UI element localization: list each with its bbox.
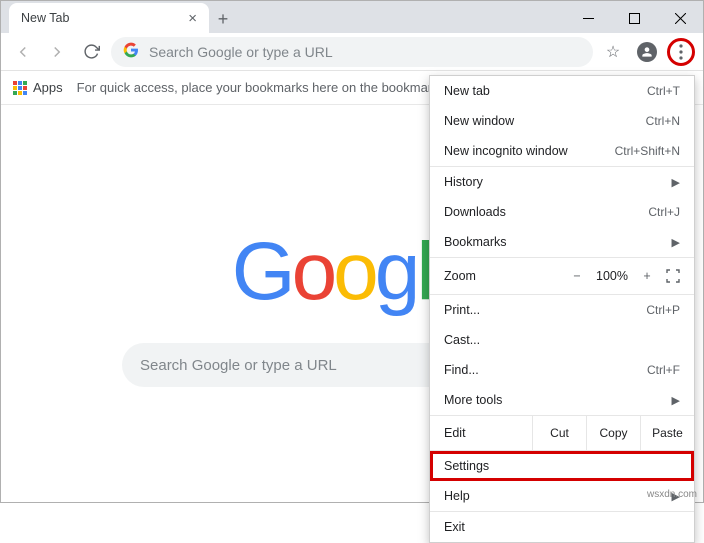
menu-downloads[interactable]: DownloadsCtrl+J [430, 197, 694, 227]
ntp-search-placeholder: Search Google or type a URL [140, 357, 337, 374]
browser-tab[interactable]: New Tab × [9, 3, 209, 33]
menu-new-window[interactable]: New windowCtrl+N [430, 106, 694, 136]
submenu-arrow-icon: ▶ [672, 176, 680, 189]
menu-button[interactable] [667, 38, 695, 66]
new-tab-button[interactable]: + [209, 5, 237, 33]
window-controls [565, 3, 703, 33]
omnibox[interactable]: Search Google or type a URL [111, 37, 593, 67]
forward-button[interactable] [43, 38, 71, 66]
titlebar: New Tab × + [1, 1, 703, 33]
zoom-in-button[interactable]: + [638, 269, 656, 283]
menu-cut[interactable]: Cut [532, 416, 586, 450]
menu-more-tools[interactable]: More tools▶ [430, 385, 694, 415]
watermark: wsxdn.com [647, 489, 697, 500]
fullscreen-icon[interactable] [666, 269, 680, 283]
omnibox-placeholder: Search Google or type a URL [149, 44, 333, 60]
submenu-arrow-icon: ▶ [672, 236, 680, 249]
menu-edit-row: Edit Cut Copy Paste [430, 416, 694, 450]
apps-icon [13, 81, 27, 95]
profile-button[interactable] [633, 38, 661, 66]
minimize-button[interactable] [565, 3, 611, 33]
menu-exit[interactable]: Exit [430, 512, 694, 542]
bookmarks-hint: For quick access, place your bookmarks h… [77, 80, 464, 95]
tab-title: New Tab [21, 11, 69, 25]
menu-incognito[interactable]: New incognito windowCtrl+Shift+N [430, 136, 694, 166]
toolbar: Search Google or type a URL ☆ [1, 33, 703, 71]
zoom-value: 100% [596, 269, 628, 283]
menu-zoom: Zoom − 100% + [430, 258, 694, 294]
submenu-arrow-icon: ▶ [672, 394, 680, 407]
menu-bookmarks[interactable]: Bookmarks▶ [430, 227, 694, 257]
apps-label: Apps [33, 80, 63, 95]
back-button[interactable] [9, 38, 37, 66]
menu-cast[interactable]: Cast... [430, 325, 694, 355]
apps-shortcut[interactable]: Apps [13, 80, 63, 95]
menu-find[interactable]: Find...Ctrl+F [430, 355, 694, 385]
menu-history[interactable]: History▶ [430, 167, 694, 197]
zoom-out-button[interactable]: − [568, 269, 586, 283]
reload-button[interactable] [77, 38, 105, 66]
bookmark-star-icon[interactable]: ☆ [599, 38, 627, 66]
menu-copy[interactable]: Copy [586, 416, 640, 450]
maximize-button[interactable] [611, 3, 657, 33]
google-icon [123, 42, 139, 61]
menu-print[interactable]: Print...Ctrl+P [430, 295, 694, 325]
close-tab-icon[interactable]: × [184, 10, 201, 27]
chrome-menu: New tabCtrl+T New windowCtrl+N New incog… [429, 75, 695, 543]
menu-paste[interactable]: Paste [640, 416, 694, 450]
menu-settings[interactable]: Settings [430, 451, 694, 481]
menu-new-tab[interactable]: New tabCtrl+T [430, 76, 694, 106]
close-window-button[interactable] [657, 3, 703, 33]
